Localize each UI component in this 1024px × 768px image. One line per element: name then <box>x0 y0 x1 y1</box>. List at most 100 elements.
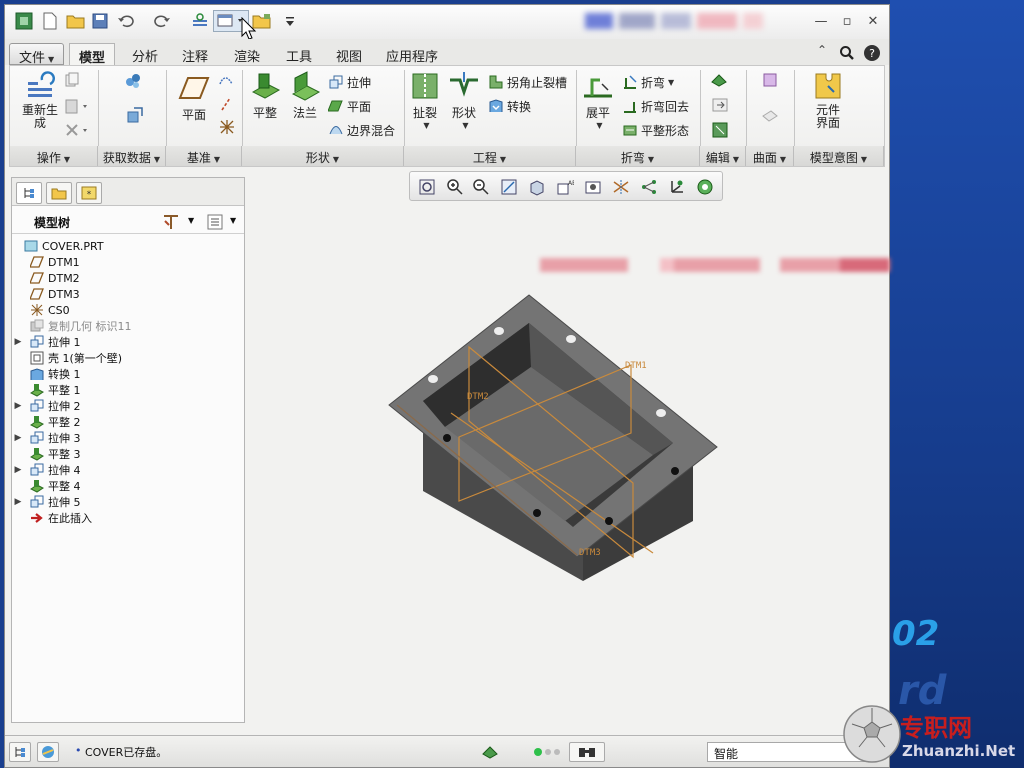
display-style-icon[interactable] <box>526 176 548 198</box>
tab-view[interactable]: 视图 <box>327 43 371 65</box>
expand-arrow-icon[interactable]: ▶ <box>12 433 24 443</box>
group-get-data[interactable]: 获取数据 ▼ <box>98 146 166 166</box>
tab-analysis[interactable]: 分析 <box>123 43 167 65</box>
edit-icon[interactable] <box>710 72 728 88</box>
redo-icon[interactable] <box>151 10 173 32</box>
tree-item[interactable]: 转换 1 <box>12 366 244 382</box>
graphics-viewport[interactable]: DTM1 DTM2 DTM3 <box>247 201 887 733</box>
group-engineering[interactable]: 工程 ▼ <box>404 146 576 166</box>
corner-relief-button[interactable]: 拐角止裂槽 <box>488 72 567 92</box>
tree-item[interactable]: ▶ 拉伸 2 <box>12 398 244 414</box>
undo-icon[interactable] <box>115 10 137 32</box>
convert-button[interactable]: 转换 <box>488 96 531 116</box>
open-icon[interactable] <box>65 10 87 32</box>
folder-browser-tab-icon[interactable] <box>46 182 72 204</box>
group-model-intent[interactable]: 模型意图 ▼ <box>794 146 884 166</box>
tree-show-icon[interactable] <box>206 213 224 231</box>
close-button[interactable]: ✕ <box>863 13 883 29</box>
bend-dropdown-icon[interactable]: ▼ <box>668 78 674 87</box>
tree-item[interactable]: ▶ 拉伸 4 <box>12 462 244 478</box>
group-bends[interactable]: 折弯 ▼ <box>576 146 700 166</box>
tree-item[interactable]: 平整 1 <box>12 382 244 398</box>
tab-applications[interactable]: 应用程序 <box>377 43 447 65</box>
model-tree-tab-icon[interactable] <box>16 182 42 204</box>
tree-item[interactable]: DTM2 <box>12 270 244 286</box>
fill-surface-icon[interactable] <box>762 72 778 88</box>
tree-item[interactable]: 平整 4 <box>12 478 244 494</box>
repaint-icon[interactable] <box>498 176 520 198</box>
regenerate-button[interactable]: 重新生成 <box>16 70 64 130</box>
tree-settings-icon[interactable] <box>162 213 182 231</box>
annotation-display-icon[interactable] <box>694 176 716 198</box>
user-defined-feature-icon[interactable] <box>124 72 142 90</box>
mirror-icon[interactable] <box>712 98 728 112</box>
tree-item[interactable]: ▶ 拉伸 1 <box>12 334 244 350</box>
datum-display-icon[interactable] <box>610 176 632 198</box>
boundary-blend-button[interactable]: 边界混合 <box>328 120 395 140</box>
flat-button[interactable]: 平整 <box>246 70 284 121</box>
datum-axis-icon[interactable] <box>218 96 234 112</box>
view-manager-icon[interactable] <box>582 176 604 198</box>
group-datum[interactable]: 基准 ▼ <box>166 146 242 166</box>
tab-annotate[interactable]: 注释 <box>173 43 217 65</box>
expand-arrow-icon[interactable]: ▶ <box>12 401 24 411</box>
find-icon[interactable] <box>569 742 605 762</box>
tree-settings-dropdown-icon[interactable]: ▼ <box>188 216 194 225</box>
search-icon[interactable] <box>839 45 855 61</box>
tree-item[interactable]: DTM3 <box>12 286 244 302</box>
save-icon[interactable] <box>89 10 111 32</box>
sketch-icon[interactable] <box>218 72 234 88</box>
bend-back-button[interactable]: 折弯回去 <box>622 96 689 116</box>
component-interface-button[interactable]: 元件界面 <box>804 70 852 130</box>
saved-orientations-icon[interactable]: AB <box>554 176 576 198</box>
customize-icon[interactable] <box>279 10 301 32</box>
tree-item[interactable]: DTM1 <box>12 254 244 270</box>
tree-item[interactable]: 在此插入 <box>12 510 244 526</box>
app-icon[interactable] <box>13 10 35 32</box>
extrude-button[interactable]: 拉伸 <box>328 72 371 92</box>
unbend-button[interactable]: 展平 ▼ <box>580 70 616 130</box>
tree-item[interactable]: COVER.PRT <box>12 238 244 254</box>
zoom-in-icon[interactable] <box>444 176 466 198</box>
group-edit[interactable]: 编辑 ▼ <box>700 146 746 166</box>
tree-item[interactable]: ▶ 拉伸 3 <box>12 430 244 446</box>
copy-icon[interactable] <box>64 72 80 88</box>
regenerate-icon[interactable] <box>189 10 211 32</box>
expand-arrow-icon[interactable]: ▶ <box>12 465 24 475</box>
expand-arrow-icon[interactable]: ▶ <box>12 497 24 507</box>
freestyle-icon[interactable] <box>762 108 778 124</box>
favorites-tab-icon[interactable]: * <box>76 182 102 204</box>
tree-item[interactable]: 平整 2 <box>12 414 244 430</box>
group-operations[interactable]: 操作 ▼ <box>10 146 98 166</box>
delete-icon[interactable] <box>64 122 90 138</box>
tab-model[interactable]: 模型 <box>69 43 116 66</box>
tree-item[interactable]: 平整 3 <box>12 446 244 462</box>
form-dropdown-icon[interactable]: ▼ <box>462 121 468 130</box>
expand-arrow-icon[interactable]: ▶ <box>12 337 24 347</box>
plane-button[interactable]: 平面 <box>174 72 214 123</box>
flange-button[interactable]: 法兰 <box>286 70 324 121</box>
refit-icon[interactable] <box>416 176 438 198</box>
copy-geometry-icon[interactable] <box>126 106 144 124</box>
collapse-ribbon-icon[interactable]: ⌃ <box>817 43 827 57</box>
group-surfaces[interactable]: 曲面 ▼ <box>746 146 794 166</box>
toggle-browser-icon[interactable] <box>37 742 59 762</box>
tree-item[interactable]: 复制几何 标识11 <box>12 318 244 334</box>
tree-show-dropdown-icon[interactable]: ▼ <box>230 216 236 225</box>
tab-render[interactable]: 渲染 <box>225 43 269 65</box>
planar-button[interactable]: 平面 <box>328 96 371 116</box>
rip-dropdown-icon[interactable]: ▼ <box>423 121 429 130</box>
paste-icon[interactable] <box>64 98 90 114</box>
tree-item[interactable]: CS0 <box>12 302 244 318</box>
tree-item[interactable]: ▶ 拉伸 5 <box>12 494 244 510</box>
zoom-out-icon[interactable] <box>470 176 492 198</box>
pattern-icon[interactable] <box>712 122 728 138</box>
rip-button[interactable]: 扯裂 ▼ <box>408 70 442 130</box>
flat-state-button[interactable]: 平整形态 <box>622 120 689 140</box>
csys-display-icon[interactable] <box>666 176 688 198</box>
help-icon[interactable]: ? <box>863 44 881 62</box>
maximize-button[interactable]: ▫ <box>837 13 857 29</box>
minimize-button[interactable]: — <box>811 13 831 29</box>
tab-file[interactable]: 文件 ▼ <box>9 43 65 66</box>
bend-button[interactable]: 折弯 ▼ <box>622 72 674 92</box>
